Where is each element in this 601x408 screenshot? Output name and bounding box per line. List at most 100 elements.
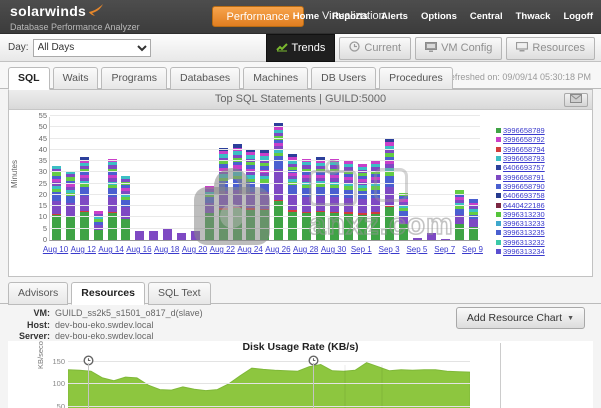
bar-sep-5[interactable] xyxy=(413,238,422,240)
event-marker[interactable] xyxy=(308,353,319,371)
add-resource-chart-button[interactable]: Add Resource Chart ▼ xyxy=(456,307,585,329)
bar-segment xyxy=(302,188,311,197)
main-tabstrip: SQLWaitsProgramsDatabasesMachinesDB User… xyxy=(0,62,601,89)
bar-aug-17[interactable] xyxy=(149,231,158,240)
bar-aug-23[interactable] xyxy=(233,144,242,240)
bar-aug-10[interactable] xyxy=(52,166,61,240)
view-button-resources[interactable]: Resources xyxy=(506,37,595,60)
legend-sql-link[interactable]: 3996313230 xyxy=(503,210,545,219)
legend-item[interactable]: 3996313232 xyxy=(496,238,552,247)
tab-procedures[interactable]: Procedures xyxy=(379,67,453,90)
legend-item[interactable]: 3996313230 xyxy=(496,210,552,219)
day-select[interactable]: All Days xyxy=(33,39,151,57)
trend-line-icon xyxy=(276,42,288,55)
bar-sep-6[interactable] xyxy=(427,233,436,240)
disk-gridline xyxy=(68,361,470,362)
bar-aug-20[interactable] xyxy=(191,231,200,240)
sub-tabstrip: AdvisorsResourcesSQL Text xyxy=(8,282,593,304)
utility-nav-alerts[interactable]: Alerts xyxy=(381,11,408,22)
sub-tab-advisors[interactable]: Advisors xyxy=(8,282,68,305)
legend-item[interactable]: 3996658792 xyxy=(496,135,552,144)
legend-swatch xyxy=(496,184,501,189)
utility-nav-options[interactable]: Options xyxy=(421,11,457,22)
tab-databases[interactable]: Databases xyxy=(170,67,240,90)
bar-sep-7[interactable] xyxy=(441,239,450,240)
sub-tab-resources[interactable]: Resources xyxy=(71,282,145,305)
date-link[interactable]: Sep 9 xyxy=(455,245,491,254)
bar-aug-13[interactable] xyxy=(94,211,103,240)
legend-item[interactable]: 6440422186 xyxy=(496,200,552,209)
bar-aug-15[interactable] xyxy=(121,176,130,240)
bar-sep-3[interactable] xyxy=(385,139,394,240)
legend-swatch xyxy=(496,156,501,161)
toolbar: Day: All Days TrendsCurrentVM ConfigReso… xyxy=(0,34,601,62)
bar-sep-8[interactable] xyxy=(455,190,464,240)
legend-sql-link[interactable]: 3996658793 xyxy=(503,154,545,163)
tab-machines[interactable]: Machines xyxy=(243,67,308,90)
legend-sql-link[interactable]: 3996658792 xyxy=(503,135,545,144)
legend-sql-link[interactable]: 3996658794 xyxy=(503,145,545,154)
view-button-current[interactable]: Current xyxy=(339,37,411,60)
bar-aug-18[interactable] xyxy=(163,229,172,240)
legend-sql-link[interactable]: 3996658789 xyxy=(503,126,545,135)
bar-segment xyxy=(149,231,158,240)
legend-item[interactable]: 3996658794 xyxy=(496,145,552,154)
view-button-trends[interactable]: Trends xyxy=(266,34,336,62)
gridline xyxy=(50,194,480,195)
tab-sql[interactable]: SQL xyxy=(8,67,50,90)
bar-segment xyxy=(358,191,367,199)
disk-plot-area: 50100150 xyxy=(68,355,470,408)
event-marker[interactable] xyxy=(83,353,94,371)
utility-nav-reports[interactable]: Reports xyxy=(332,11,368,22)
bar-segment xyxy=(455,224,464,240)
y-tick-label: 40 xyxy=(29,145,47,154)
view-button-vm-config[interactable]: VM Config xyxy=(415,37,502,60)
legend-sql-link[interactable]: 6406693757 xyxy=(503,163,545,172)
disk-gridline xyxy=(68,406,470,407)
tab-db-users[interactable]: DB Users xyxy=(311,67,376,90)
gridline xyxy=(50,160,480,161)
sub-tab-sql-text[interactable]: SQL Text xyxy=(148,282,211,305)
bar-aug-19[interactable] xyxy=(177,233,186,240)
legend-item[interactable]: 3996658790 xyxy=(496,182,552,191)
envelope-icon xyxy=(570,91,582,110)
legend-item[interactable]: 3996658791 xyxy=(496,172,552,181)
legend-item[interactable]: 3996658793 xyxy=(496,154,552,163)
legend-sql-link[interactable]: 3996313234 xyxy=(503,247,545,256)
performance-button[interactable]: Performance xyxy=(212,6,304,27)
legend-sql-link[interactable]: 3996313232 xyxy=(503,238,545,247)
legend-sql-link[interactable]: 3996313235 xyxy=(503,228,545,237)
field-value: GUILD_ss2k5_s1501_o817_d(slave) xyxy=(55,308,203,320)
utility-nav-home[interactable]: Home xyxy=(293,11,319,22)
email-chart-button[interactable] xyxy=(564,93,588,107)
legend-item[interactable]: 6406693758 xyxy=(496,191,552,200)
legend-swatch xyxy=(496,137,501,142)
legend-sql-link[interactable]: 3996658790 xyxy=(503,182,545,191)
utility-nav-thwack[interactable]: Thwack xyxy=(516,11,551,22)
bar-segment xyxy=(385,176,394,187)
bar-segment xyxy=(358,199,367,213)
y-axis-label: Minutes xyxy=(10,160,19,188)
bar-segment xyxy=(274,156,283,169)
legend-sql-link[interactable]: 6406693758 xyxy=(503,191,545,200)
tab-waits[interactable]: Waits xyxy=(53,67,99,90)
legend-item[interactable]: 3996313233 xyxy=(496,219,552,228)
legend-item[interactable]: 3996313235 xyxy=(496,228,552,237)
legend-sql-link[interactable]: 3996658791 xyxy=(503,173,545,182)
legend-item[interactable]: 6406693757 xyxy=(496,163,552,172)
legend-sql-link[interactable]: 3996313233 xyxy=(503,219,545,228)
gridline xyxy=(50,183,480,184)
utility-nav-logoff[interactable]: Logoff xyxy=(563,11,593,22)
bar-aug-16[interactable] xyxy=(135,231,144,240)
legend-swatch xyxy=(496,147,501,152)
legend-swatch xyxy=(496,212,501,217)
add-resource-chart-label: Add Resource Chart xyxy=(467,312,562,324)
bar-segment xyxy=(94,230,103,240)
legend-item[interactable]: 3996658789 xyxy=(496,126,552,135)
tab-programs[interactable]: Programs xyxy=(101,67,167,90)
utility-nav-central[interactable]: Central xyxy=(470,11,503,22)
bar-aug-26[interactable] xyxy=(274,123,283,240)
view-button-label: Trends xyxy=(292,42,326,54)
legend-sql-link[interactable]: 6440422186 xyxy=(503,201,545,210)
legend-item[interactable]: 3996313234 xyxy=(496,247,552,256)
